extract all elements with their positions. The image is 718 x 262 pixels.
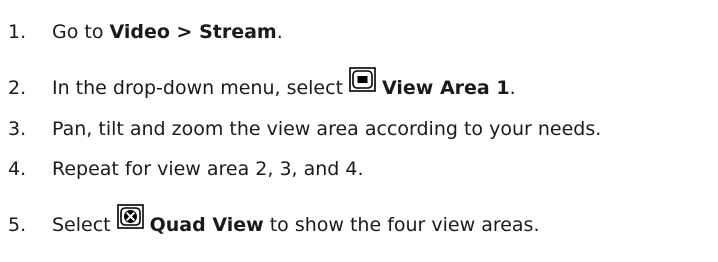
step-text: Select Quad View to show the four view a… xyxy=(52,203,540,238)
view-area-label: View Area 1 xyxy=(382,76,510,99)
step-text: Repeat for view area 2, 3, and 4. xyxy=(52,157,364,180)
step-5: 5. Select Quad View to show the four vie… xyxy=(8,203,540,241)
step-text: Pan, tilt and zoom the view area accordi… xyxy=(52,117,602,140)
quad-view-label: Quad View xyxy=(149,213,264,236)
quad-view-icon xyxy=(116,203,144,229)
step-number: 2. xyxy=(8,76,27,99)
step-text: In the drop-down menu, select View Area … xyxy=(52,66,516,101)
view-area-icon xyxy=(349,66,376,92)
step-number: 3. xyxy=(8,117,27,140)
step-number: 1. xyxy=(8,20,27,43)
step-number: 5. xyxy=(8,213,27,236)
step-text: Go to Video > Stream. xyxy=(52,20,283,43)
step-3: 3. Pan, tilt and zoom the view area acco… xyxy=(8,113,601,145)
step-4: 4. Repeat for view area 2, 3, and 4. xyxy=(8,153,364,185)
instruction-list: 1. Go to Video > Stream. 2. In the drop-… xyxy=(0,0,718,262)
step-1: 1. Go to Video > Stream. xyxy=(8,16,283,48)
step-number: 4. xyxy=(8,157,27,180)
menu-path: Video > Stream xyxy=(109,20,277,43)
step-2: 2. In the drop-down menu, select View Ar… xyxy=(8,66,516,104)
